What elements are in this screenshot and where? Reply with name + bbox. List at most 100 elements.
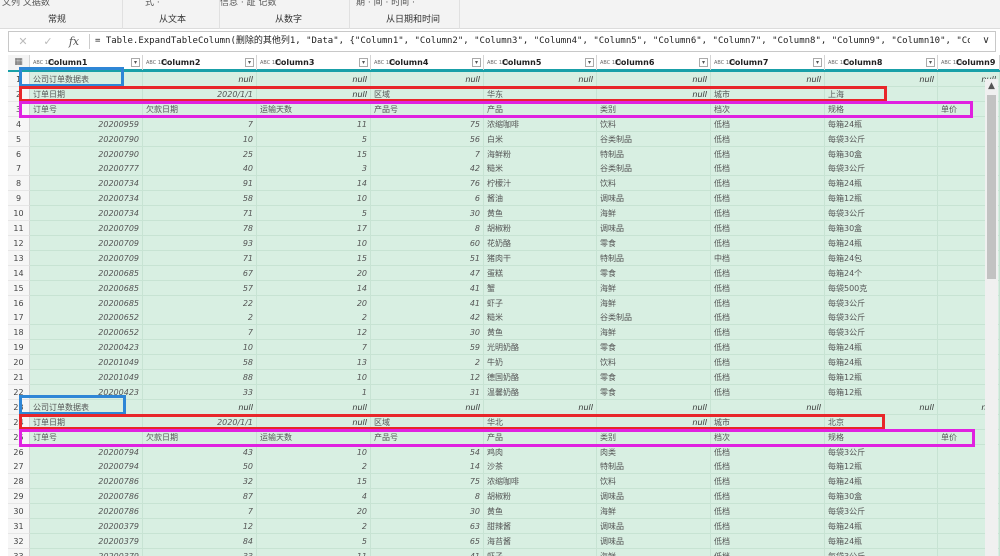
table-cell[interactable]: 每箱24瓶 (825, 474, 938, 490)
table-cell[interactable]: 海苔酱 (484, 533, 597, 549)
table-cell[interactable]: 75 (371, 474, 484, 490)
table-cell[interactable]: 20200734 (30, 191, 143, 207)
table-cell[interactable]: 54 (371, 444, 484, 460)
table-cell[interactable]: 欠款日期 (143, 101, 257, 117)
table-cell[interactable]: 51 (371, 250, 484, 266)
vertical-scrollbar[interactable]: ▲ (985, 79, 998, 556)
table-cell[interactable]: 调味品 (597, 519, 711, 534)
table-cell[interactable]: 20200794 (30, 459, 143, 475)
table-cell[interactable]: 虾子 (484, 295, 597, 311)
table-menu-icon[interactable]: ▦ (8, 55, 30, 70)
table-cell[interactable]: 调味品 (597, 221, 711, 236)
table-cell[interactable]: null (711, 399, 825, 415)
row-number[interactable]: 16 (8, 295, 30, 311)
table-cell[interactable]: null (371, 399, 484, 415)
table-cell[interactable]: 零食 (597, 384, 711, 400)
row-number[interactable]: 9 (8, 191, 30, 207)
table-cell[interactable]: 牛奶 (484, 355, 597, 371)
table-cell[interactable]: 13 (257, 355, 371, 371)
table-cell[interactable]: 华东 (484, 86, 597, 102)
table-row[interactable]: 25 订单号 欠款日期 运输天数 产品号 产品 类别 档次 规格 单价 (8, 429, 1000, 445)
table-cell[interactable]: 2 (371, 355, 484, 371)
table-cell[interactable]: 低档 (711, 221, 825, 236)
table-cell[interactable]: 32 (143, 474, 257, 490)
table-cell[interactable]: 41 (371, 295, 484, 311)
table-cell[interactable]: 每箱24瓶 (825, 519, 938, 534)
table-cell[interactable]: 低档 (711, 280, 825, 296)
table-cell[interactable]: 2020/1/1 (143, 414, 257, 430)
table-cell[interactable]: 2020/1/1 (143, 86, 257, 102)
table-cell[interactable]: 规格 (825, 101, 938, 117)
table-cell[interactable]: 每袋500克 (825, 280, 938, 296)
table-cell[interactable]: 15 (257, 474, 371, 490)
table-cell[interactable]: 7 (143, 116, 257, 132)
table-cell[interactable]: 中档 (711, 250, 825, 266)
filter-dropdown-icon[interactable]: ▾ (245, 58, 254, 67)
table-row[interactable]: 22 20200423 33 1 31 温馨奶酪 零食 低档 每箱12瓶 (8, 384, 1000, 400)
ribbon-group-commands[interactable]: 文列 文据数 (2, 0, 50, 8)
table-cell[interactable]: 糙米 (484, 161, 597, 177)
table-cell[interactable]: 低档 (711, 325, 825, 341)
table-cell[interactable]: 酱油 (484, 191, 597, 207)
table-cell[interactable]: 4 (257, 489, 371, 505)
table-cell[interactable]: 20200652 (30, 325, 143, 341)
table-cell[interactable]: 30 (371, 325, 484, 341)
table-cell[interactable]: 低档 (711, 504, 825, 520)
table-cell[interactable]: 黄鱼 (484, 504, 597, 520)
table-cell[interactable]: 低档 (711, 370, 825, 385)
table-cell[interactable]: 8 (371, 489, 484, 505)
table-row[interactable]: 10 20200734 71 5 30 黄鱼 海鲜 低档 每袋3公斤 (8, 206, 1000, 222)
table-cell[interactable]: 20200777 (30, 161, 143, 177)
table-cell[interactable]: 低档 (711, 533, 825, 549)
table-row[interactable]: 18 20200652 7 12 30 黄鱼 海鲜 低档 每袋3公斤 (8, 325, 1000, 341)
filter-dropdown-icon[interactable]: ▾ (699, 58, 708, 67)
table-cell[interactable]: 城市 (711, 86, 825, 102)
table-row[interactable]: 21 20201049 88 10 12 德国奶酪 零食 低档 每箱12瓶 (8, 370, 1000, 385)
table-cell[interactable]: 每箱12瓶 (825, 191, 938, 207)
table-cell[interactable]: 91 (143, 176, 257, 192)
table-cell[interactable]: 20200790 (30, 131, 143, 147)
table-row[interactable]: 27 20200794 50 2 14 沙茶 特制品 低档 每箱12瓶 (8, 459, 1000, 475)
row-number[interactable]: 11 (8, 221, 30, 236)
table-cell[interactable]: 低档 (711, 146, 825, 162)
table-row[interactable]: 12 20200709 93 10 60 花奶酪 零食 低档 每箱24瓶 (8, 235, 1000, 251)
table-cell[interactable]: 北京 (825, 414, 938, 430)
table-cell[interactable]: 20200685 (30, 280, 143, 296)
scroll-up-icon[interactable]: ▲ (985, 79, 998, 93)
table-cell[interactable]: 低档 (711, 265, 825, 281)
table-row[interactable]: 7 20200777 40 3 42 糙米 谷类制品 低档 每袋3公斤 (8, 161, 1000, 177)
column-header[interactable]: ABC 123Column8 ▾ (825, 55, 938, 70)
table-cell[interactable]: 订单日期 (30, 86, 143, 102)
table-cell[interactable]: 20200685 (30, 265, 143, 281)
table-cell[interactable]: 20200709 (30, 235, 143, 251)
table-cell[interactable]: 20200794 (30, 444, 143, 460)
table-cell[interactable]: 20200379 (30, 519, 143, 534)
table-row[interactable]: 30 20200786 7 20 30 黄鱼 海鲜 低档 每袋3公斤 (8, 504, 1000, 520)
table-cell[interactable]: 低档 (711, 131, 825, 147)
table-cell[interactable]: 饮料 (597, 355, 711, 371)
table-row[interactable]: 5 20200790 10 5 56 白米 谷类制品 低档 每袋3公斤 (8, 131, 1000, 147)
table-cell[interactable]: 海鲜 (597, 295, 711, 311)
table-cell[interactable]: 12 (371, 370, 484, 385)
table-cell[interactable]: 20200685 (30, 295, 143, 311)
table-cell[interactable]: 20200652 (30, 310, 143, 326)
table-cell[interactable]: 15 (257, 146, 371, 162)
type-any-icon[interactable]: ABC 123 (374, 60, 395, 66)
table-cell[interactable]: 海鲜 (597, 325, 711, 341)
table-cell[interactable]: 2 (257, 459, 371, 475)
table-cell[interactable]: 调味品 (597, 489, 711, 505)
table-row[interactable]: 2 订单日期 2020/1/1 null 区域 华东 null 城市 上海 (8, 86, 1000, 102)
table-cell[interactable]: 低档 (711, 340, 825, 356)
type-any-icon[interactable]: ABC 123 (600, 60, 621, 66)
table-cell[interactable]: 低档 (711, 161, 825, 177)
table-cell[interactable]: 低档 (711, 310, 825, 326)
table-cell[interactable]: null (143, 399, 257, 415)
row-number[interactable]: 28 (8, 474, 30, 490)
table-cell[interactable]: null (257, 414, 371, 430)
table-row[interactable]: 20 20201049 58 13 2 牛奶 饮料 低档 每箱24瓶 (8, 355, 1000, 371)
table-row[interactable]: 15 20200685 57 14 41 蟹海鲜 低档 每袋500克 (8, 280, 1000, 296)
table-cell[interactable]: 60 (371, 235, 484, 251)
table-cell[interactable]: 低档 (711, 548, 825, 556)
table-cell[interactable]: 5 (257, 131, 371, 147)
table-cell[interactable]: 31 (371, 384, 484, 400)
